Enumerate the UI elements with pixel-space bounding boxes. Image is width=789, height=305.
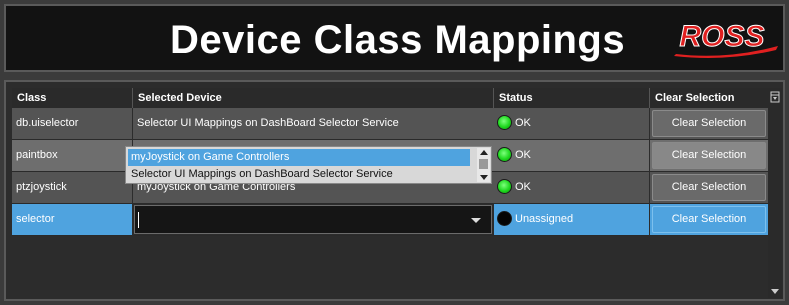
dropdown-option[interactable]: Selector UI Mappings on DashBoard Select… bbox=[128, 166, 470, 183]
mappings-table: Class Selected Device Status Clear Selec… bbox=[8, 88, 768, 298]
ross-logo: ROSS bbox=[674, 20, 778, 58]
status-cell: OK bbox=[494, 172, 649, 204]
device-cell bbox=[133, 204, 494, 236]
class-cell: selector bbox=[12, 204, 132, 236]
device-combo-box[interactable] bbox=[134, 205, 492, 234]
svg-text:ROSS: ROSS bbox=[679, 20, 764, 53]
dropdown-option[interactable]: myJoystick on Game Controllers bbox=[128, 149, 470, 166]
column-header-status[interactable]: Status bbox=[494, 88, 650, 108]
clear-selection-button[interactable]: Clear Selection bbox=[652, 142, 766, 169]
header-banner: Device Class Mappings ROSS bbox=[4, 4, 785, 72]
page-title: Device Class Mappings bbox=[170, 18, 626, 62]
status-cell: OK bbox=[494, 108, 649, 140]
status-text: Unassigned bbox=[515, 213, 574, 225]
column-header-selected-device[interactable]: Selected Device bbox=[133, 88, 494, 108]
table-scrollbar[interactable] bbox=[768, 88, 782, 298]
text-caret bbox=[138, 212, 139, 228]
device-dropdown-list[interactable]: myJoystick on Game Controllers Selector … bbox=[125, 146, 492, 184]
status-text: OK bbox=[515, 149, 531, 161]
column-chooser-icon[interactable] bbox=[770, 91, 780, 103]
scroll-down-icon[interactable] bbox=[480, 175, 488, 180]
status-cell: Unassigned bbox=[494, 204, 649, 236]
clear-selection-button[interactable]: Clear Selection bbox=[652, 110, 766, 137]
device-cell[interactable]: Selector UI Mappings on DashBoard Select… bbox=[133, 108, 494, 140]
status-led-icon bbox=[497, 210, 512, 226]
status-led-icon bbox=[497, 146, 512, 162]
scroll-thumb[interactable] bbox=[479, 159, 488, 169]
clear-cell: Clear Selection bbox=[650, 108, 768, 140]
clear-selection-button[interactable]: Clear Selection bbox=[652, 206, 766, 233]
clear-cell: Clear Selection bbox=[650, 140, 768, 172]
column-header-class[interactable]: Class bbox=[12, 88, 133, 108]
dropdown-arrow-icon[interactable] bbox=[471, 218, 481, 223]
clear-cell: Clear Selection bbox=[650, 204, 768, 236]
status-text: OK bbox=[515, 181, 531, 193]
column-header-clear-selection[interactable]: Clear Selection bbox=[650, 88, 768, 108]
table-row[interactable]: db.uiselector Selector UI Mappings on Da… bbox=[8, 108, 768, 140]
status-cell: OK bbox=[494, 140, 649, 172]
clear-cell: Clear Selection bbox=[650, 172, 768, 204]
scroll-down-icon[interactable] bbox=[771, 289, 779, 294]
status-led-icon bbox=[497, 114, 512, 130]
scroll-up-icon[interactable] bbox=[480, 150, 488, 155]
dropdown-scrollbar[interactable] bbox=[477, 148, 490, 182]
class-cell: db.uiselector bbox=[12, 108, 132, 140]
status-text: OK bbox=[515, 117, 531, 129]
class-cell: ptzjoystick bbox=[12, 172, 132, 204]
class-cell: paintbox bbox=[12, 140, 132, 172]
clear-selection-button[interactable]: Clear Selection bbox=[652, 174, 766, 201]
table-row-selected[interactable]: selector Unassigned Clear Selection bbox=[8, 204, 768, 236]
status-led-icon bbox=[497, 178, 512, 194]
